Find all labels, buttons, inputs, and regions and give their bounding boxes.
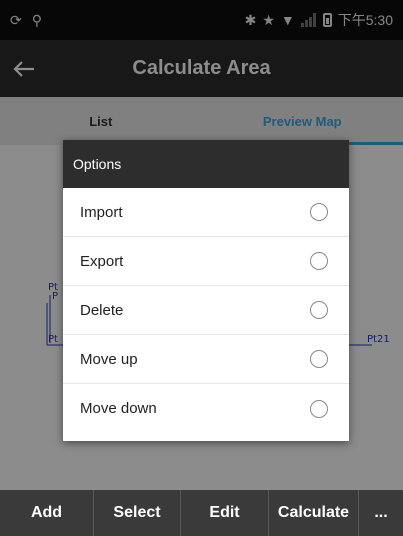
more-button[interactable]: ...	[359, 490, 403, 536]
option-delete[interactable]: Delete	[63, 286, 349, 335]
option-import[interactable]: Import	[63, 188, 349, 237]
calculate-button[interactable]: Calculate	[269, 490, 359, 536]
edit-button[interactable]: Edit	[181, 490, 269, 536]
radio-button[interactable]	[310, 252, 328, 270]
bottom-toolbar: Add Select Edit Calculate ...	[0, 490, 403, 536]
option-move-down[interactable]: Move down	[63, 384, 349, 433]
add-button[interactable]: Add	[0, 490, 94, 536]
option-export[interactable]: Export	[63, 237, 349, 286]
option-move-up[interactable]: Move up	[63, 335, 349, 384]
option-label: Delete	[80, 301, 124, 319]
radio-button[interactable]	[310, 203, 328, 221]
dialog-title: Options	[63, 140, 349, 188]
option-label: Export	[80, 252, 124, 270]
option-label: Move up	[80, 350, 138, 368]
radio-button[interactable]	[310, 301, 328, 319]
radio-button[interactable]	[310, 350, 328, 368]
option-label: Import	[80, 203, 123, 221]
radio-button[interactable]	[310, 399, 328, 418]
select-button[interactable]: Select	[94, 490, 181, 536]
option-label: Move down	[80, 400, 157, 417]
options-dialog: Options Import Export Delete Move up Mov…	[63, 140, 349, 441]
